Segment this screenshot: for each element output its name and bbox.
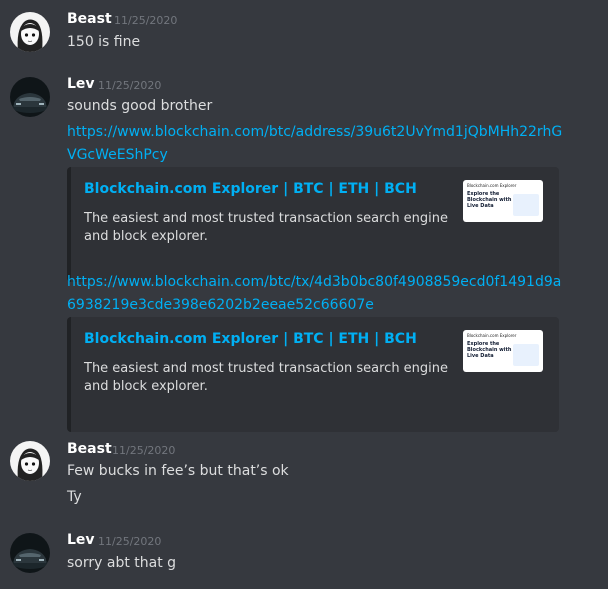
avatar[interactable]	[10, 12, 50, 52]
beast-avatar-icon	[10, 12, 50, 52]
author-name[interactable]: Lev	[67, 76, 95, 92]
avatar[interactable]	[10, 533, 50, 573]
car-avatar-icon	[10, 533, 50, 573]
embed-title-link[interactable]: Blockchain.com Explorer | BTC | ETH | BC…	[84, 331, 417, 347]
author-name[interactable]: Beast	[67, 11, 112, 27]
message-text: Ty	[67, 489, 82, 505]
embed-description: The easiest and most trusted transaction…	[84, 361, 449, 394]
message-text: sorry abt that g	[67, 555, 177, 571]
avatar[interactable]	[10, 77, 50, 117]
embed-description: The easiest and most trusted transaction…	[84, 211, 449, 244]
message-timestamp: 11/25/2020	[114, 14, 178, 27]
link-embed: Blockchain.com Explorer | BTC | ETH | BC…	[67, 167, 559, 282]
message-timestamp: 11/25/2020	[98, 535, 162, 548]
blockchain-address-link[interactable]: https://www.blockchain.com/btc/address/3…	[67, 121, 567, 167]
blockchain-tx-link[interactable]: https://www.blockchain.com/btc/tx/4d3b0b…	[67, 271, 567, 317]
avatar[interactable]	[10, 441, 50, 481]
author-name[interactable]: Lev	[67, 532, 95, 548]
thumbnail-graphic	[513, 194, 539, 216]
message-text: Few bucks in fee’s but that’s ok	[67, 463, 289, 479]
thumbnail-brand: Blockchain.com Explorer	[467, 183, 517, 188]
embed-thumbnail[interactable]: Blockchain.com Explorer Explore the Bloc…	[463, 180, 543, 222]
author-name[interactable]: Beast	[67, 441, 112, 457]
thumbnail-brand: Blockchain.com Explorer	[467, 333, 517, 338]
car-avatar-icon	[10, 77, 50, 117]
message-timestamp: 11/25/2020	[98, 79, 162, 92]
thumbnail-heading: Explore the Blockchain with Live Data	[467, 341, 512, 359]
embed-thumbnail[interactable]: Blockchain.com Explorer Explore the Bloc…	[463, 330, 543, 372]
embed-title-link[interactable]: Blockchain.com Explorer | BTC | ETH | BC…	[84, 181, 417, 197]
message-text: 150 is fine	[67, 34, 141, 50]
thumbnail-graphic	[513, 344, 539, 366]
thumbnail-heading: Explore the Blockchain with Live Data	[467, 191, 512, 209]
message-timestamp: 11/25/2020	[112, 444, 176, 457]
beast-avatar-icon	[10, 441, 50, 481]
message-text: sounds good brother	[67, 98, 213, 114]
link-embed: Blockchain.com Explorer | BTC | ETH | BC…	[67, 317, 559, 432]
